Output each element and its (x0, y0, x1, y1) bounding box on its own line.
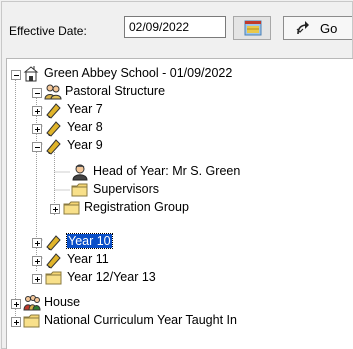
tree-node-label: Pastoral Structure (65, 84, 166, 98)
tree-node-label: Year 8 (67, 120, 103, 134)
folder-icon (63, 201, 80, 215)
go-button[interactable]: Go (283, 16, 352, 40)
tree-node-label: House (44, 295, 81, 309)
structure-tree[interactable]: Green Abbey School - 01/09/2022 Pastoral… (6, 58, 353, 349)
pencil-icon (46, 139, 61, 155)
school-icon (23, 66, 39, 82)
toolbar: Effective Date: Go (2, 2, 352, 50)
folder-icon (71, 183, 88, 197)
refresh-arrow-icon (296, 21, 309, 35)
folder-icon (45, 271, 62, 285)
pencil-icon (46, 103, 61, 119)
expand-toggle[interactable] (32, 256, 42, 266)
calendar-icon (244, 20, 262, 36)
group-icon (44, 84, 62, 100)
expand-toggle[interactable] (32, 106, 42, 116)
tree-node-label: Registration Group (84, 200, 189, 214)
expand-toggle[interactable] (32, 124, 42, 134)
tree-node-label: National Curriculum Year Taught In (44, 313, 237, 327)
tree-node-label: Year 9 (67, 138, 103, 152)
tree-node-label: Year 12/Year 13 (67, 270, 156, 284)
pencil-icon (46, 235, 61, 251)
go-button-label: Go (320, 21, 338, 36)
calendar-button[interactable] (233, 16, 271, 40)
tree-node-label-selected: Year 10 (66, 233, 113, 249)
pencil-icon (46, 253, 61, 269)
expand-toggle[interactable] (11, 317, 21, 327)
group-icon (23, 295, 41, 311)
pencil-icon (46, 121, 61, 137)
window-frame: Effective Date: Go (1, 1, 353, 349)
tree-node-label: Supervisors (93, 182, 159, 196)
tree-node-label: Green Abbey School - 01/09/2022 (44, 66, 233, 80)
collapse-toggle[interactable] (32, 88, 42, 98)
tree-node-label: Year 11 (67, 252, 109, 266)
collapse-toggle[interactable] (11, 70, 21, 80)
effective-date-label: Effective Date: (9, 24, 87, 38)
folder-icon (23, 314, 40, 328)
tree-node-label: Head of Year: Mr S. Green (93, 164, 241, 178)
expand-toggle[interactable] (11, 299, 21, 309)
expand-toggle[interactable] (32, 238, 42, 248)
expand-toggle[interactable] (32, 274, 42, 284)
expand-toggle[interactable] (50, 204, 60, 214)
collapse-toggle[interactable] (32, 142, 42, 152)
effective-date-input[interactable] (124, 16, 226, 38)
tree-node-label: Year 7 (67, 102, 103, 116)
person-icon (72, 164, 88, 181)
